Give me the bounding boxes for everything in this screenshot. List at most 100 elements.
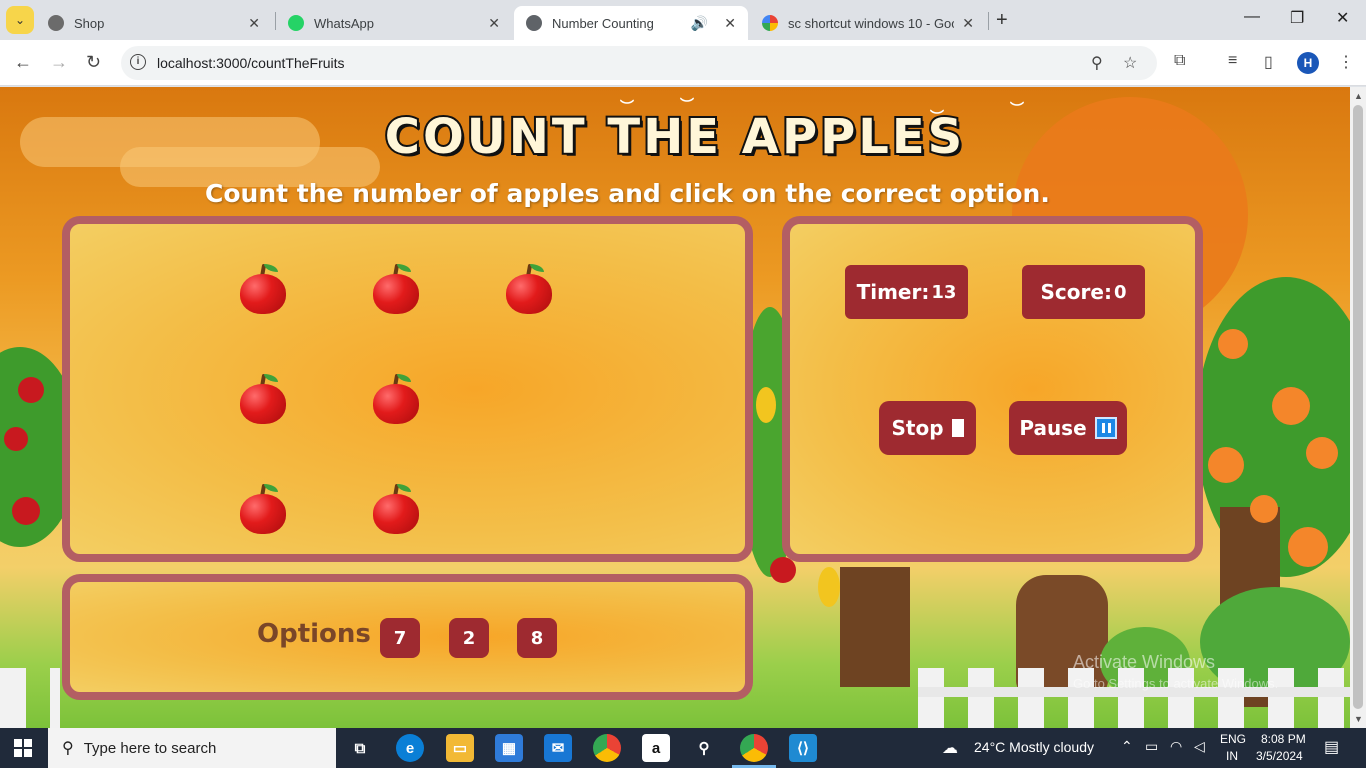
- apple-icon: [371, 262, 421, 318]
- orange-decoration: [1208, 447, 1244, 483]
- close-window-button[interactable]: ✕: [1336, 8, 1349, 28]
- language-secondary[interactable]: IN: [1226, 749, 1238, 763]
- tree-trunk: [840, 567, 910, 687]
- instruction-text: Count the number of apples and click on …: [205, 179, 1050, 208]
- reload-button[interactable]: ↻: [86, 52, 101, 73]
- clock-date[interactable]: 3/5/2024: [1256, 749, 1303, 763]
- tab-title: Number Counting: [552, 15, 654, 31]
- score-badge: Score: 0: [1022, 265, 1145, 319]
- scroll-down-icon[interactable]: ▼: [1354, 714, 1363, 724]
- chrome-icon[interactable]: [593, 734, 621, 762]
- bookmark-star-icon[interactable]: ☆: [1123, 53, 1137, 73]
- timer-value: 13: [931, 281, 957, 303]
- windows-start-icon[interactable]: [14, 739, 32, 757]
- speaker-icon[interactable]: 🔊: [691, 15, 708, 32]
- pause-icon: [1094, 417, 1117, 439]
- search-placeholder: Type here to search: [83, 739, 217, 757]
- task-view-icon[interactable]: ⧉: [346, 734, 374, 762]
- forward-button[interactable]: →: [50, 52, 68, 73]
- chevron-up-icon[interactable]: ⌃: [1121, 738, 1133, 755]
- new-tab-button[interactable]: +: [996, 9, 1008, 32]
- apples-panel: [62, 216, 753, 562]
- activate-windows-subtitle: Go to Settings to activate Windows.: [1073, 676, 1279, 691]
- weather-text[interactable]: 24°C Mostly cloudy: [974, 739, 1094, 755]
- apple-decoration: [18, 377, 44, 403]
- apple-icon: [371, 482, 421, 538]
- profile-avatar[interactable]: H: [1297, 52, 1319, 74]
- tab-google-search[interactable]: sc shortcut windows 10 - Goog ✕: [750, 6, 986, 40]
- option-button[interactable]: 7: [380, 618, 420, 658]
- tab-strip: ⌄ Shop ✕ WhatsApp ✕ Number Counting 🔊 ✕ …: [0, 0, 1366, 40]
- site-info-icon[interactable]: i: [130, 54, 146, 70]
- apple-decoration: [4, 427, 28, 451]
- chrome-profile-icon[interactable]: [732, 734, 776, 768]
- url-text[interactable]: localhost:3000/countTheFruits: [157, 55, 345, 71]
- taskbar-search-box[interactable]: ⚲ Type here to search: [48, 728, 336, 768]
- close-icon[interactable]: ✕: [248, 15, 260, 32]
- apple-icon: [238, 372, 288, 428]
- mail-icon[interactable]: ✉: [544, 734, 572, 762]
- activate-windows-title: Activate Windows: [1073, 652, 1216, 672]
- minimize-button[interactable]: —: [1244, 8, 1260, 26]
- restore-button[interactable]: ❐: [1290, 8, 1304, 28]
- options-label: Options: [257, 619, 371, 649]
- side-panel-icon[interactable]: ▯: [1264, 52, 1273, 72]
- orange-decoration: [1306, 437, 1338, 469]
- vscode-icon[interactable]: ⟨⟩: [789, 734, 817, 762]
- back-button[interactable]: ←: [14, 52, 32, 73]
- mango-decoration: [756, 387, 776, 423]
- edge-icon[interactable]: e: [396, 734, 424, 762]
- menu-icon[interactable]: ⋮: [1338, 52, 1354, 72]
- tab-search-button[interactable]: ⌄: [6, 6, 34, 34]
- orange-decoration: [1218, 329, 1248, 359]
- game-page: ︶ ︶ ︶ ︶ COUNT THE APPLES Count the numbe…: [0, 87, 1350, 728]
- amazon-icon[interactable]: a: [642, 734, 670, 762]
- media-control-icon[interactable]: ≡: [1228, 52, 1237, 70]
- magnifier-icon[interactable]: ⚲: [690, 734, 718, 762]
- volume-icon[interactable]: ◁: [1194, 738, 1205, 755]
- zoom-icon[interactable]: ⚲: [1091, 53, 1103, 73]
- tab-number-counting[interactable]: Number Counting 🔊 ✕: [514, 6, 748, 40]
- scroll-up-icon[interactable]: ▲: [1354, 91, 1363, 101]
- apple-decoration: [12, 497, 40, 525]
- scrollbar-thumb[interactable]: [1353, 105, 1363, 709]
- apple-icon: [504, 262, 554, 318]
- battery-icon[interactable]: ▭: [1145, 738, 1158, 755]
- close-icon[interactable]: ✕: [724, 15, 736, 32]
- orange-decoration: [1288, 527, 1328, 567]
- store-icon[interactable]: ▦: [495, 734, 523, 762]
- option-button[interactable]: 8: [517, 618, 557, 658]
- whatsapp-icon: [288, 15, 304, 31]
- chevron-down-icon: ⌄: [14, 13, 26, 27]
- stop-button[interactable]: Stop: [879, 401, 976, 455]
- tab-title: Shop: [74, 15, 105, 31]
- browser-toolbar: ← → ↻ i localhost:3000/countTheFruits ⚲ …: [0, 40, 1366, 86]
- extensions-icon[interactable]: ⧉: [1174, 52, 1185, 70]
- stop-icon: [951, 419, 964, 437]
- tab-whatsapp[interactable]: WhatsApp ✕: [276, 6, 512, 40]
- apple-icon: [238, 262, 288, 318]
- notification-icon[interactable]: ▤: [1324, 737, 1339, 757]
- apple-icon: [371, 372, 421, 428]
- close-icon[interactable]: ✕: [488, 15, 500, 32]
- timer-label: Timer:: [856, 280, 930, 304]
- globe-icon: [48, 15, 64, 31]
- globe-icon: [526, 15, 542, 31]
- orange-decoration: [1272, 387, 1310, 425]
- pause-button[interactable]: Pause: [1009, 401, 1127, 455]
- file-explorer-icon[interactable]: ▭: [446, 734, 474, 762]
- clock-time[interactable]: 8:08 PM: [1261, 732, 1306, 746]
- google-icon: [762, 15, 778, 31]
- option-button[interactable]: 2: [449, 618, 489, 658]
- address-bar[interactable]: i localhost:3000/countTheFruits ⚲ ☆: [121, 46, 1157, 80]
- language-primary[interactable]: ENG: [1220, 732, 1246, 746]
- apple-icon: [238, 482, 288, 538]
- tab-title: sc shortcut windows 10 - Goog: [788, 15, 955, 31]
- close-icon[interactable]: ✕: [962, 15, 974, 32]
- vertical-scrollbar[interactable]: ▲ ▼: [1350, 87, 1366, 728]
- tab-shop[interactable]: Shop ✕: [36, 6, 272, 40]
- wifi-icon[interactable]: ◠: [1170, 738, 1182, 755]
- score-value: 0: [1113, 281, 1127, 303]
- weather-icon[interactable]: ☁: [942, 738, 958, 758]
- windows-taskbar: ⚲ Type here to search ⧉ e ▭ ▦ ✉ a ⚲ ⟨⟩ ☁…: [0, 728, 1366, 768]
